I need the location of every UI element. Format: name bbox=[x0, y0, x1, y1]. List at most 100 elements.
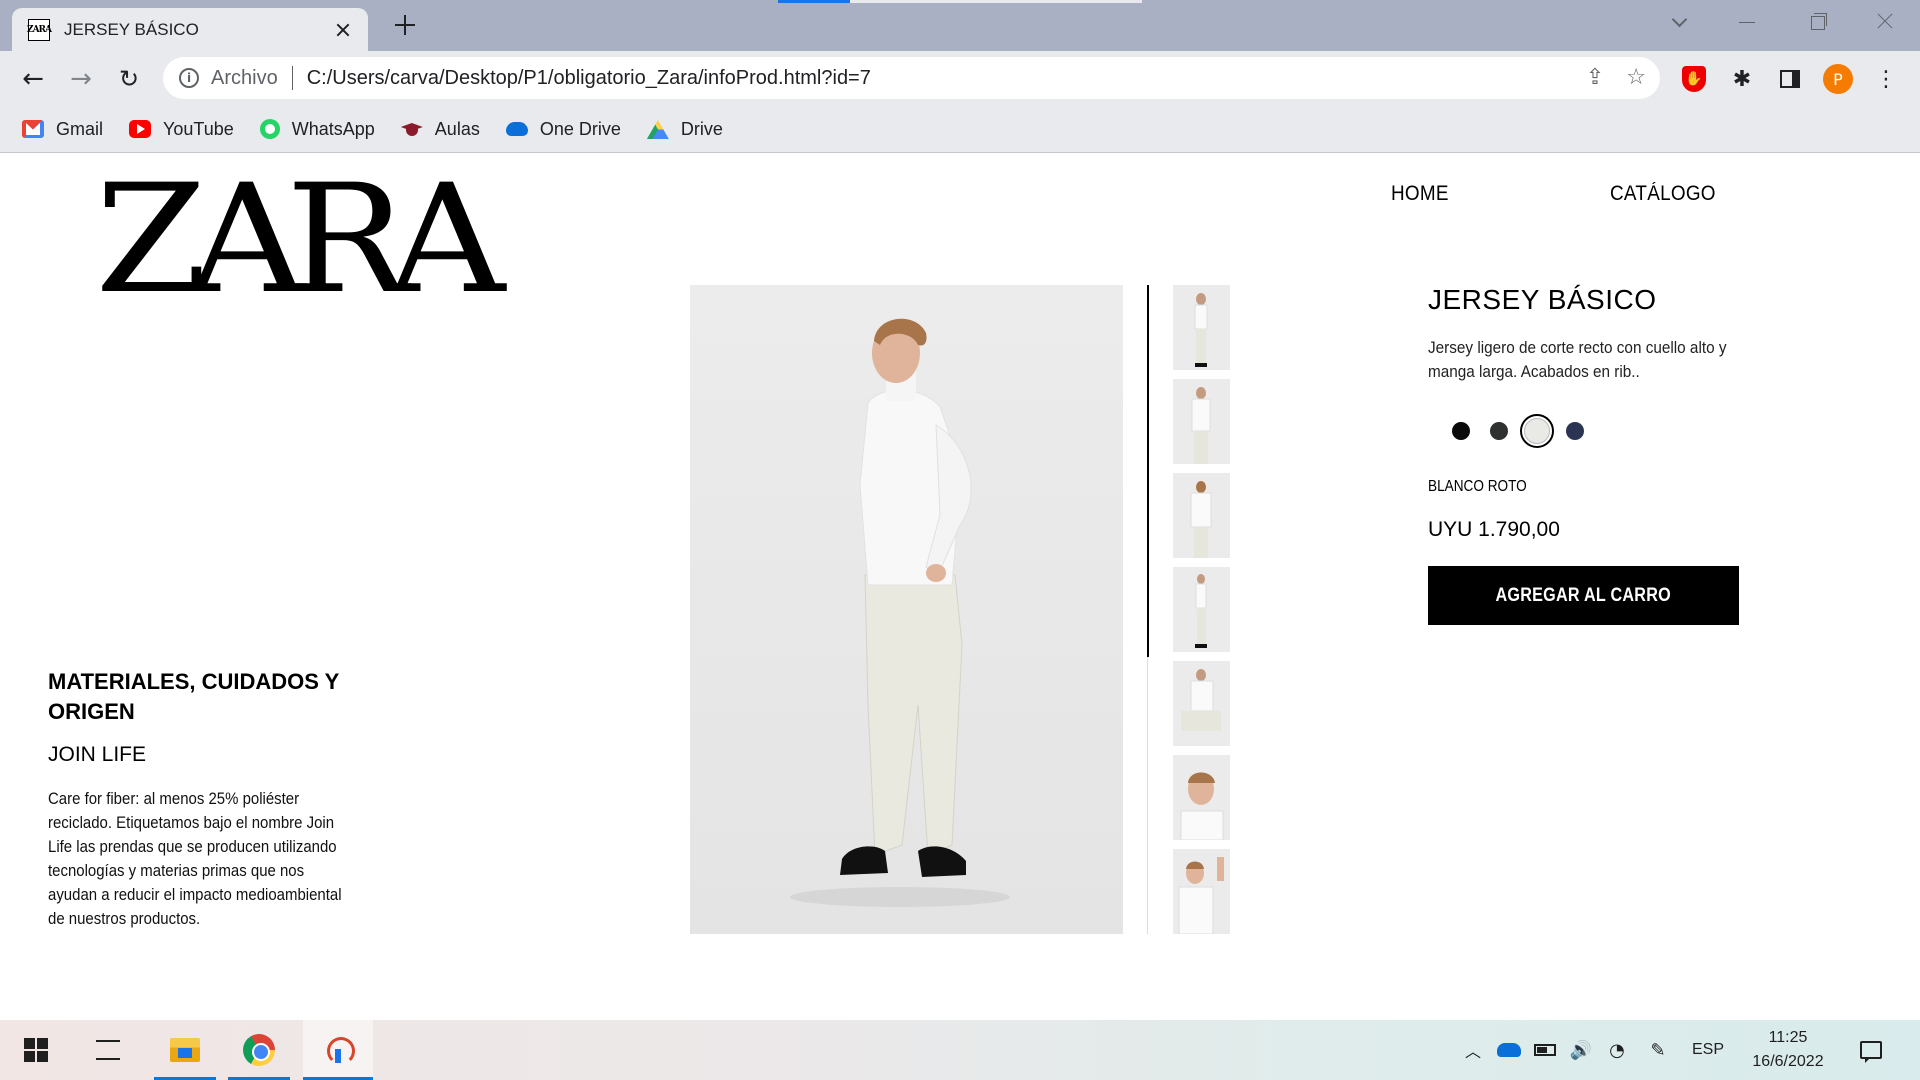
bookmark-star-icon[interactable]: ☆ bbox=[1626, 65, 1646, 90]
bookmark-aulas[interactable]: Aulas bbox=[401, 119, 480, 140]
swatch-dot bbox=[1452, 422, 1470, 440]
restore-button[interactable] bbox=[1797, 6, 1837, 36]
profile-avatar[interactable]: P bbox=[1822, 63, 1854, 95]
gallery-scroll-track bbox=[1147, 657, 1148, 934]
snip-sketch-icon bbox=[323, 1035, 355, 1065]
color-swatch-black[interactable] bbox=[1442, 412, 1480, 450]
share-icon[interactable]: ⇪ bbox=[1586, 65, 1604, 90]
task-view-button[interactable] bbox=[84, 1020, 132, 1080]
gallery-scroll-indicator bbox=[1147, 285, 1149, 657]
bookmarks-bar: Gmail YouTube WhatsApp Aulas One Drive D… bbox=[0, 106, 1920, 153]
adblock-extension-icon[interactable]: ✋ bbox=[1678, 63, 1710, 95]
product-price: UYU 1.790,00 bbox=[1428, 518, 1560, 541]
wifi-icon[interactable]: ◔ bbox=[1602, 1020, 1632, 1080]
bookmark-onedrive[interactable]: One Drive bbox=[505, 119, 621, 140]
browser-toolbar: ← → ↻ i Archivo C:/Users/carva/Desktop/P… bbox=[0, 51, 1920, 106]
google-drive-icon bbox=[647, 120, 669, 138]
windows-logo-icon bbox=[24, 1038, 48, 1062]
more-menu-icon[interactable]: ⋮ bbox=[1870, 63, 1902, 95]
materials-heading: MATERIALES, CUIDADOS Y ORIGEN bbox=[48, 669, 339, 724]
bookmark-label: Drive bbox=[680, 118, 723, 139]
bookmark-drive[interactable]: Drive bbox=[647, 119, 723, 140]
bookmark-gmail[interactable]: Gmail bbox=[22, 119, 103, 140]
battery-icon[interactable] bbox=[1530, 1020, 1560, 1080]
file-explorer-button[interactable] bbox=[154, 1020, 216, 1080]
bookmark-whatsapp[interactable]: WhatsApp bbox=[259, 118, 375, 140]
extensions-puzzle-icon[interactable]: ✱ bbox=[1726, 63, 1758, 95]
back-button[interactable]: ← bbox=[17, 63, 49, 95]
start-button[interactable] bbox=[12, 1020, 60, 1080]
bookmark-label: WhatsApp bbox=[291, 118, 375, 139]
zara-logo[interactable]: ZARA bbox=[95, 165, 505, 315]
main-product-image bbox=[690, 285, 1123, 934]
chrome-taskbar-button[interactable] bbox=[228, 1020, 290, 1080]
onedrive-tray-icon[interactable] bbox=[1494, 1020, 1524, 1080]
product-thumbnail[interactable] bbox=[1173, 849, 1230, 934]
bookmark-label: YouTube bbox=[163, 118, 234, 139]
bookmark-label: Aulas bbox=[434, 118, 480, 139]
gmail-icon bbox=[22, 120, 44, 138]
product-thumbnail[interactable] bbox=[1173, 661, 1230, 746]
bookmark-youtube[interactable]: YouTube bbox=[129, 119, 234, 140]
product-title: JERSEY BÁSICO bbox=[1428, 284, 1657, 315]
volume-icon[interactable]: 🔊 bbox=[1566, 1020, 1596, 1080]
color-swatches bbox=[1428, 412, 1848, 450]
bookmark-label: Gmail bbox=[56, 118, 104, 139]
browser-tab[interactable]: ZARA JERSEY BÁSICO bbox=[12, 8, 368, 51]
product-thumbnail[interactable] bbox=[1173, 755, 1230, 840]
join-life-heading: JOIN LIFE bbox=[48, 743, 147, 766]
color-swatch-navy[interactable] bbox=[1556, 412, 1594, 450]
minimize-button[interactable] bbox=[1727, 6, 1767, 36]
swatch-dot bbox=[1566, 422, 1584, 440]
graduation-cap-icon bbox=[401, 120, 423, 138]
materials-section: MATERIALES, CUIDADOS Y ORIGEN JOIN LIFE … bbox=[48, 667, 348, 931]
add-to-cart-label: AGREGAR AL CARRO bbox=[1495, 584, 1672, 606]
product-thumbnail[interactable] bbox=[1173, 379, 1230, 464]
clock[interactable]: 11:25 16/6/2022 bbox=[1738, 1020, 1838, 1080]
chrome-icon bbox=[243, 1034, 275, 1066]
product-thumbnail[interactable] bbox=[1173, 567, 1230, 652]
thumbnail-strip bbox=[1173, 285, 1230, 943]
show-hidden-icons-chevron[interactable]: ︿ bbox=[1458, 1020, 1488, 1080]
forward-button[interactable]: → bbox=[65, 63, 97, 95]
snipping-tool-button[interactable] bbox=[303, 1020, 373, 1080]
web-page: ZARA HOME CATÁLOGO MATERIALES, CUIDADOS … bbox=[0, 154, 1920, 1020]
model-illustration bbox=[790, 318, 1010, 907]
omnibox-divider bbox=[291, 66, 293, 90]
color-swatch-dark-grey[interactable] bbox=[1480, 412, 1518, 450]
tab-title: JERSEY BÁSICO bbox=[64, 19, 199, 39]
windows-taskbar: ︿ 🔊 ◔ ✎ ESP 11:25 16/6/2022 bbox=[0, 1020, 1920, 1080]
info-icon[interactable]: i bbox=[179, 68, 199, 88]
swatch-dot bbox=[1524, 418, 1550, 444]
new-tab-button[interactable] bbox=[392, 12, 418, 38]
language-indicator[interactable]: ESP bbox=[1686, 1020, 1730, 1080]
product-info: JERSEY BÁSICO Jersey ligero de corte rec… bbox=[1428, 284, 1848, 625]
notifications-icon[interactable] bbox=[1853, 1020, 1889, 1080]
close-window-button[interactable] bbox=[1865, 6, 1905, 36]
close-tab-icon[interactable] bbox=[332, 19, 354, 41]
swatch-dot bbox=[1490, 422, 1508, 440]
zara-favicon: ZARA bbox=[27, 18, 52, 41]
nav-catalog-link[interactable]: CATÁLOGO bbox=[1610, 182, 1716, 206]
pen-icon[interactable]: ✎ bbox=[1643, 1020, 1673, 1080]
loading-bar bbox=[778, 0, 1142, 3]
folder-icon bbox=[170, 1038, 200, 1062]
nav-home-link[interactable]: HOME bbox=[1391, 182, 1449, 206]
side-panel-icon[interactable] bbox=[1774, 63, 1806, 95]
browser-tab-strip: ZARA JERSEY BÁSICO bbox=[0, 0, 1920, 51]
add-to-cart-button[interactable]: AGREGAR AL CARRO bbox=[1428, 566, 1739, 625]
tab-search-button[interactable] bbox=[1660, 6, 1700, 36]
url-text[interactable]: C:/Users/carva/Desktop/P1/obligatorio_Za… bbox=[307, 67, 871, 90]
product-description: Jersey ligero de corte recto con cuello … bbox=[1428, 338, 1727, 381]
clock-time: 11:25 bbox=[1768, 1029, 1808, 1046]
reload-button[interactable]: ↻ bbox=[113, 63, 145, 95]
onedrive-icon bbox=[505, 122, 528, 136]
whatsapp-icon bbox=[259, 119, 280, 139]
task-view-icon bbox=[96, 1040, 120, 1060]
materials-text: Care for fiber: al menos 25% poliéster r… bbox=[48, 789, 342, 928]
product-thumbnail[interactable] bbox=[1173, 473, 1230, 558]
color-swatch-off-white-selected[interactable] bbox=[1520, 414, 1554, 448]
address-bar[interactable]: i Archivo C:/Users/carva/Desktop/P1/obli… bbox=[163, 57, 1660, 99]
selected-color-name: BLANCO ROTO bbox=[1428, 478, 1527, 495]
product-thumbnail[interactable] bbox=[1173, 285, 1230, 370]
